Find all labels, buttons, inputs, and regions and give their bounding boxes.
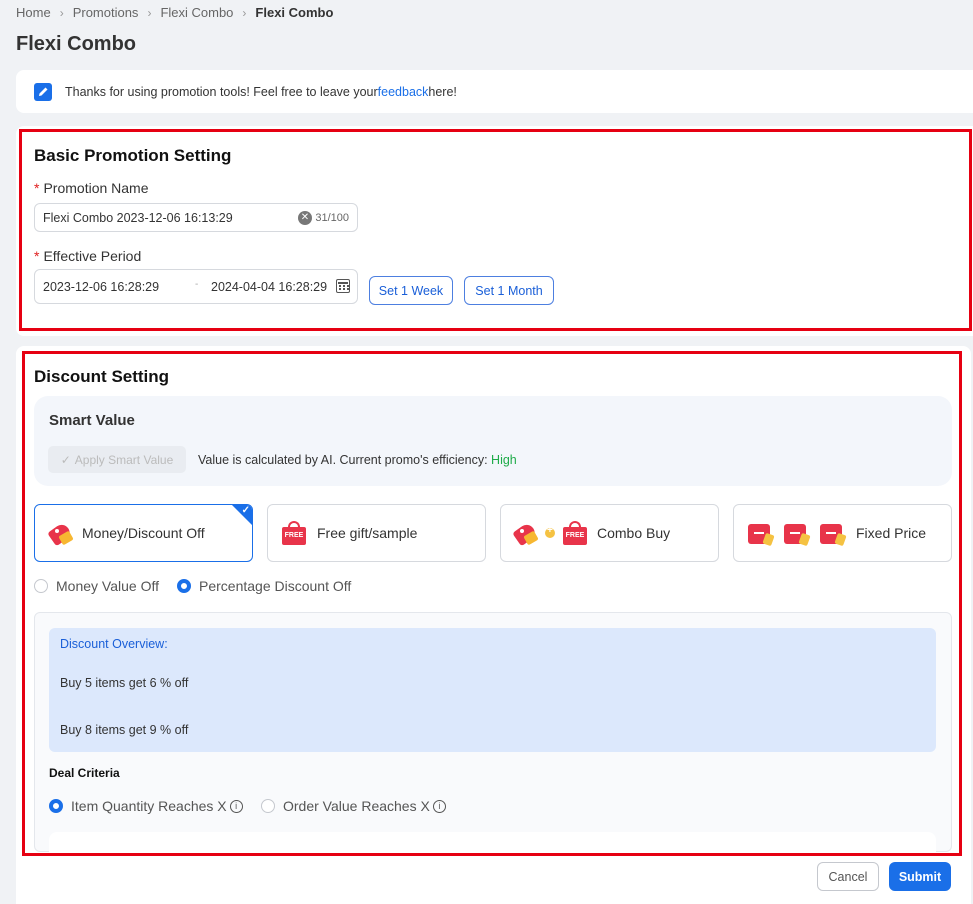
basic-setting-title: Basic Promotion Setting <box>34 146 232 165</box>
type-money-discount-off[interactable]: Money/Discount Off ✓ <box>34 504 253 562</box>
feedback-text: Thanks for using promotion tools! Feel f… <box>65 84 378 99</box>
discount-tag-icon <box>47 521 74 547</box>
deal-criteria-title: Deal Criteria <box>49 766 120 780</box>
type-label: Fixed Price <box>856 525 927 541</box>
chevron-right-icon: › <box>147 5 152 20</box>
discount-overview: Discount Overview: Buy 5 items get 6 % o… <box>49 628 936 752</box>
feedback-link[interactable]: feedback <box>378 85 429 99</box>
calendar-icon[interactable] <box>336 279 350 293</box>
radio-label: Money Value Off <box>56 578 159 594</box>
radio-button[interactable] <box>49 799 63 813</box>
effective-period-label-text: Effective Period <box>43 248 142 264</box>
smart-value-title: Smart Value <box>49 412 135 429</box>
breadcrumb: Home › Promotions › Flexi Combo › Flexi … <box>16 5 333 20</box>
radio-button[interactable] <box>261 799 275 813</box>
radio-button[interactable] <box>177 579 191 593</box>
check-icon: ✓ <box>60 452 71 467</box>
gift-icon: FREE <box>561 520 589 546</box>
smart-value-description: Value is calculated by AI. Current promo… <box>198 453 517 467</box>
feedback-banner: Thanks for using promotion tools! Feel f… <box>16 70 973 113</box>
type-label: Combo Buy <box>597 525 671 541</box>
breadcrumb-home[interactable]: Home <box>16 5 51 20</box>
submit-button[interactable]: Submit <box>889 862 951 891</box>
price-box-icon <box>818 520 848 547</box>
discount-tag-icon <box>512 521 539 547</box>
end-date[interactable]: 2024-04-04 16:28:29 <box>211 280 327 294</box>
pencil-icon <box>34 82 52 101</box>
required-asterisk: * <box>34 248 40 264</box>
discount-setting-title: Discount Setting <box>34 367 170 386</box>
gift-icon: FREE <box>280 520 308 546</box>
page-title: Flexi Combo <box>16 33 137 55</box>
radio-item-quantity[interactable]: Item Quantity Reaches X i <box>49 798 243 814</box>
breadcrumb-current: Flexi Combo <box>255 5 334 20</box>
price-box-icon <box>746 520 776 547</box>
overview-title: Discount Overview: <box>60 637 168 651</box>
cancel-button[interactable]: Cancel <box>817 862 879 891</box>
smart-value-text: Value is calculated by AI. Current promo… <box>198 453 492 467</box>
radio-order-value[interactable]: Order Value Reaches X i <box>261 798 446 814</box>
chevron-right-icon: › <box>242 5 247 20</box>
range-separator: - <box>195 279 199 290</box>
promotion-name-value: Flexi Combo 2023-12-06 16:13:29 <box>43 210 233 225</box>
radio-button[interactable] <box>34 579 48 593</box>
set-1-month-button[interactable]: Set 1 Month <box>464 276 554 305</box>
radio-label: Order Value Reaches X <box>283 798 430 814</box>
start-date[interactable]: 2023-12-06 16:28:29 <box>43 280 159 294</box>
tier-panel <box>49 832 936 852</box>
efficiency-value: High <box>491 453 517 467</box>
promotion-name-input[interactable]: Flexi Combo 2023-12-06 16:13:29 ✕ 31/100 <box>34 203 358 232</box>
type-free-gift[interactable]: FREE Free gift/sample <box>267 504 486 562</box>
promotion-name-label: * Promotion Name <box>34 180 149 196</box>
type-fixed-price[interactable]: Fixed Price <box>733 504 952 562</box>
plus-icon <box>545 525 555 538</box>
required-asterisk: * <box>34 180 40 196</box>
effective-period-label: * Effective Period <box>34 248 141 264</box>
apply-smart-value-label: Apply Smart Value <box>74 452 174 467</box>
breadcrumb-promotions[interactable]: Promotions <box>73 5 139 20</box>
radio-money-value-off[interactable]: Money Value Off <box>34 578 159 594</box>
clear-icon[interactable]: ✕ <box>298 211 312 225</box>
overview-line: Buy 5 items get 6 % off <box>60 676 189 690</box>
feedback-text-end: here! <box>428 84 457 99</box>
date-range-picker[interactable]: 2023-12-06 16:28:29 - 2024-04-04 16:28:2… <box>34 269 358 304</box>
set-1-week-button[interactable]: Set 1 Week <box>369 276 453 305</box>
overview-line: Buy 8 items get 9 % off <box>60 723 189 737</box>
promotion-name-label-text: Promotion Name <box>43 180 149 196</box>
check-icon: ✓ <box>241 505 250 516</box>
radio-percentage-discount-off[interactable]: Percentage Discount Off <box>177 578 351 594</box>
type-label: Money/Discount Off <box>82 525 205 541</box>
price-box-icon <box>782 520 812 547</box>
smart-value-panel: Smart Value ✓ Apply Smart Value Value is… <box>34 396 952 486</box>
breadcrumb-flexi-combo[interactable]: Flexi Combo <box>160 5 233 20</box>
radio-label: Item Quantity Reaches X <box>71 798 227 814</box>
info-icon[interactable]: i <box>432 799 446 813</box>
type-label: Free gift/sample <box>317 525 418 541</box>
info-icon[interactable]: i <box>229 799 243 813</box>
apply-smart-value-button[interactable]: ✓ Apply Smart Value <box>48 446 186 473</box>
type-combo-buy[interactable]: FREE Combo Buy <box>500 504 719 562</box>
chevron-right-icon: › <box>59 5 64 20</box>
char-count: 31/100 <box>315 212 349 224</box>
radio-label: Percentage Discount Off <box>199 578 352 594</box>
